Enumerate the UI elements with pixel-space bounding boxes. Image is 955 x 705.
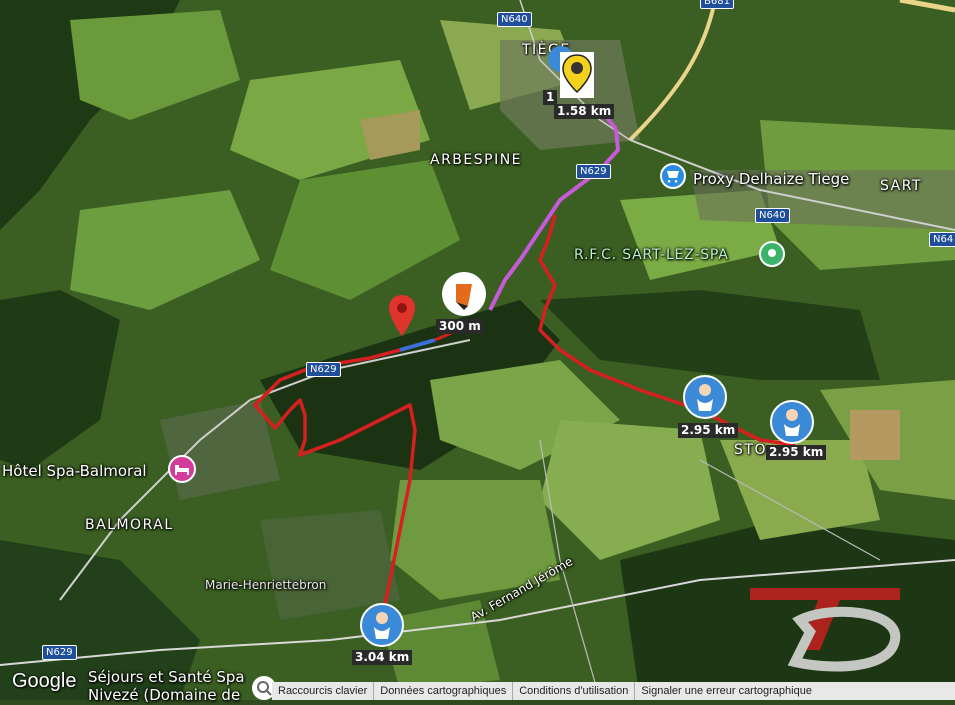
poi-label-proxy-delhaize[interactable]: Proxy Delhaize Tiege (693, 170, 849, 188)
distance-label-baby2: 2.95 km (766, 445, 827, 460)
distance-label-baby3: 3.04 km (352, 650, 413, 665)
satellite-map[interactable] (0, 0, 955, 700)
road-shield-n64-edge: N64 (929, 232, 955, 247)
road-shield-n629-bottom: N629 (42, 645, 77, 660)
baby-icon[interactable] (683, 375, 727, 419)
poi-label-sejours[interactable]: Séjours et Santé Spa (88, 668, 245, 686)
place-label-balmoral: BALMORAL (85, 517, 174, 533)
terms-link[interactable]: Conditions d'utilisation (512, 682, 634, 700)
place-label-sart: SART (880, 178, 922, 194)
distance-label-baby1: 2.95 km (678, 423, 739, 438)
poi-label-rfc[interactable]: R.F.C. SART-LEZ-SPA (574, 247, 729, 263)
distance-label-top: 1.58 km (554, 104, 615, 119)
road-shield-n629-top: N629 (576, 164, 611, 179)
road-shield-n629-mid: N629 (306, 362, 341, 377)
place-label-sto: STO (734, 442, 767, 458)
cart-icon[interactable] (660, 163, 686, 189)
map-data-link[interactable]: Données cartographiques (373, 682, 512, 700)
location-pin-icon[interactable] (759, 241, 785, 267)
road-shield-n640-top: N640 (497, 12, 532, 27)
road-shield-b681: B681 (700, 0, 734, 9)
poi-label-hotel[interactable]: Hôtel Spa-Balmoral (2, 462, 147, 480)
poi-label-marie-henriettebron: Marie-Henriettebron (205, 578, 327, 592)
distance-label-top-behind: 1 (543, 90, 558, 105)
baby-icon[interactable] (770, 400, 814, 444)
location-pin-icon[interactable] (388, 294, 416, 338)
google-logo[interactable]: Google (12, 670, 77, 693)
keyboard-shortcuts-link[interactable]: Raccourcis clavier (272, 682, 373, 700)
road-shield-n640-right: N640 (755, 208, 790, 223)
place-label-arbespine: ARBESPINE (430, 152, 523, 168)
baby-icon[interactable] (360, 603, 404, 647)
distance-label-mid: 300 m (436, 319, 484, 334)
dog-icon[interactable] (442, 272, 486, 316)
dog-icon[interactable] (560, 52, 594, 98)
poi-label-niveze[interactable]: Nivezé (Domaine de (88, 686, 240, 704)
report-error-link[interactable]: Signaler une erreur cartographique (634, 682, 818, 700)
bed-icon[interactable] (168, 455, 196, 483)
map-footer: Raccourcis clavier Données cartographiqu… (272, 682, 955, 700)
